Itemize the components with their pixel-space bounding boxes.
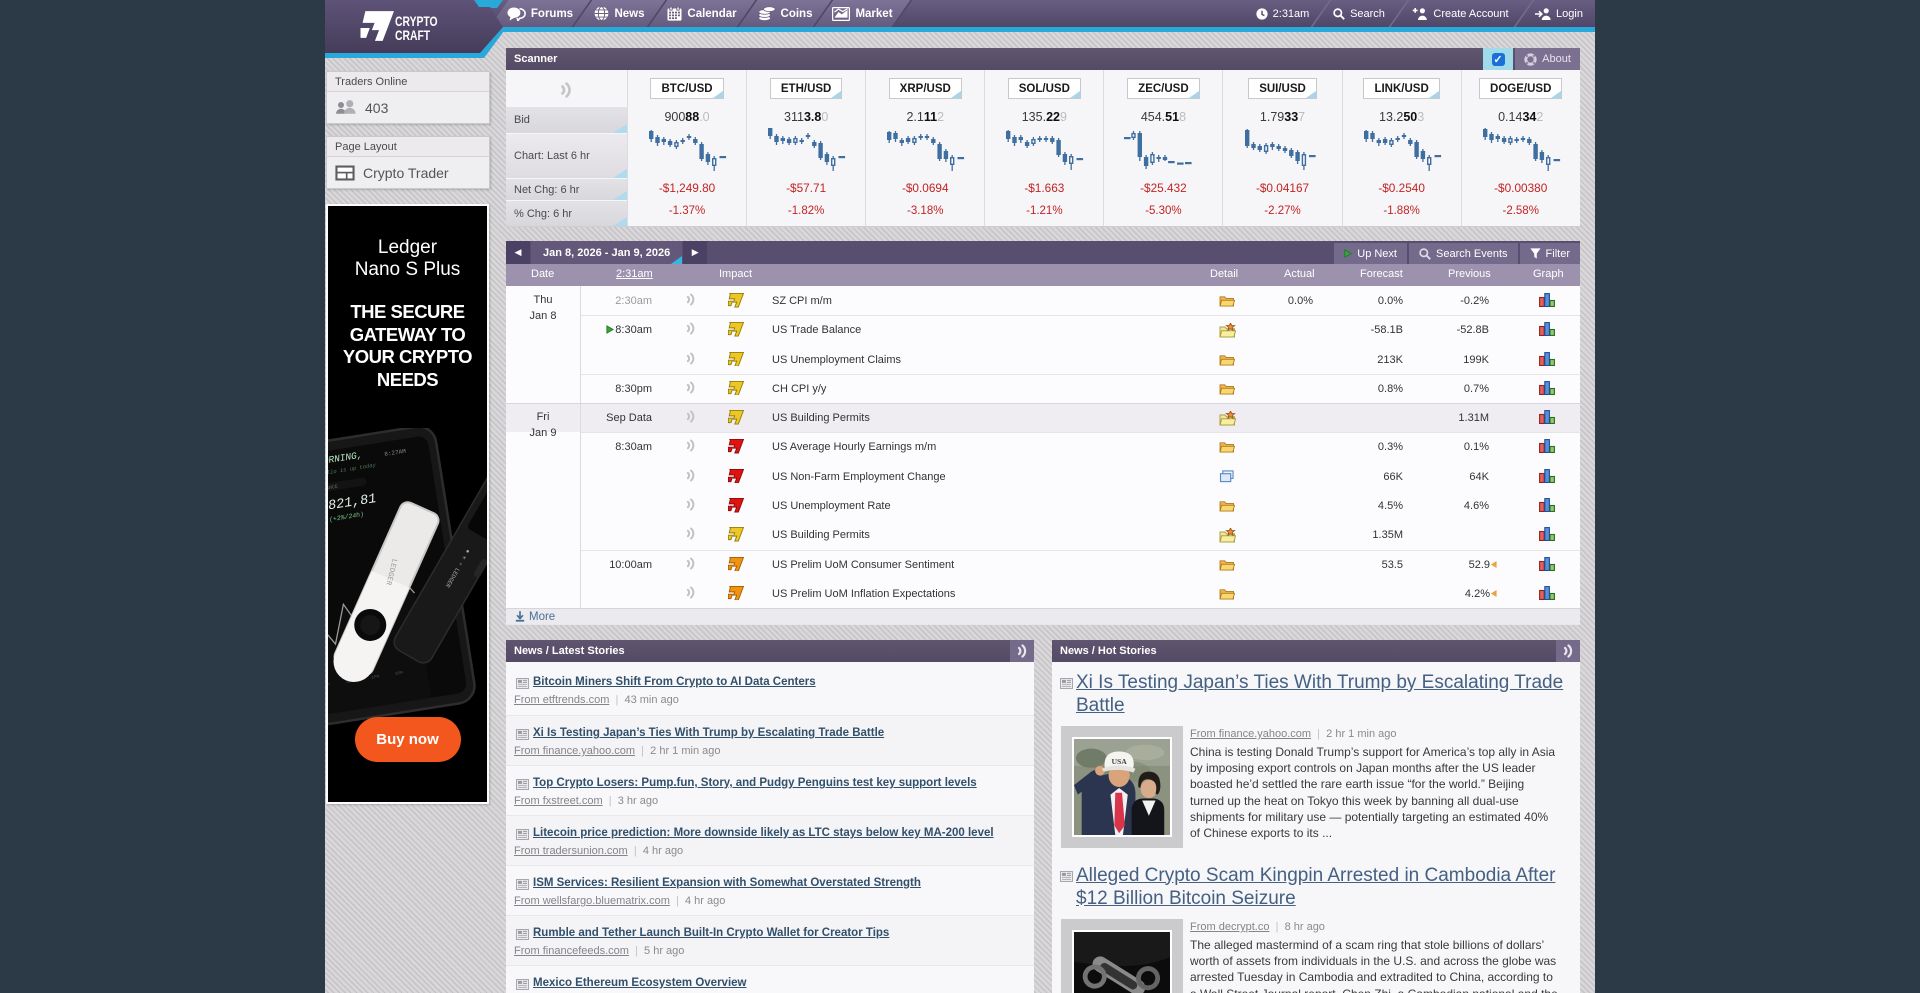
svg-text:USA: USA [1111,757,1127,766]
